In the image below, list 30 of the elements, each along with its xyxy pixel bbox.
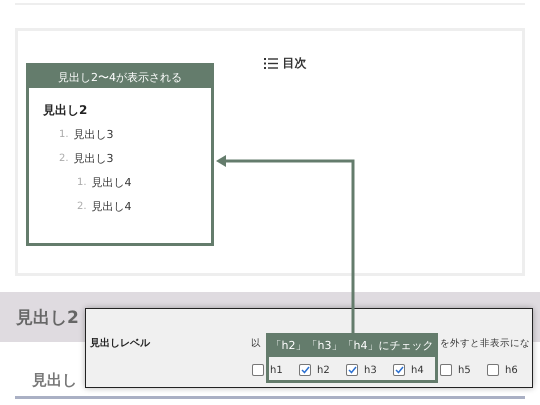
- checkbox-label: h5: [458, 364, 471, 376]
- checkbox[interactable]: [299, 364, 311, 376]
- toc-link[interactable]: 見出し3: [74, 150, 114, 166]
- checkbox[interactable]: [393, 364, 405, 376]
- heading-3: 見出し: [32, 370, 77, 390]
- setting-label: 見出しレベル: [89, 336, 152, 351]
- checkbox[interactable]: [346, 364, 358, 376]
- description-text: 以: [251, 336, 261, 350]
- callout-title: 見出し2〜4が表示される: [29, 66, 211, 88]
- toc-link[interactable]: 見出し3: [74, 126, 114, 142]
- checkbox-label: h4: [411, 364, 424, 376]
- callout-title: 「h2」「h3」「h4」にチェック: [266, 333, 438, 357]
- toc-title: 目次: [282, 54, 306, 72]
- checkbox[interactable]: [252, 364, 264, 376]
- description-text: を外すと非表示にな: [440, 336, 530, 350]
- checkbox[interactable]: [440, 364, 452, 376]
- list-number: 1.: [77, 176, 87, 188]
- toc-link[interactable]: 見出し2: [43, 98, 197, 122]
- list-icon: [264, 58, 278, 68]
- toc-link[interactable]: 見出し4: [92, 198, 132, 214]
- list-number: 1.: [59, 128, 69, 140]
- checkbox-label: h6: [505, 364, 518, 376]
- checkbox-label: h2: [317, 364, 330, 376]
- checkbox-label: h1: [270, 364, 283, 376]
- checkbox-label: h3: [364, 364, 377, 376]
- checkbox[interactable]: [487, 364, 499, 376]
- list-number: 2.: [77, 200, 87, 212]
- toc-link[interactable]: 見出し4: [92, 174, 132, 190]
- heading-2: 見出し2: [16, 306, 79, 328]
- list-number: 2.: [59, 152, 69, 164]
